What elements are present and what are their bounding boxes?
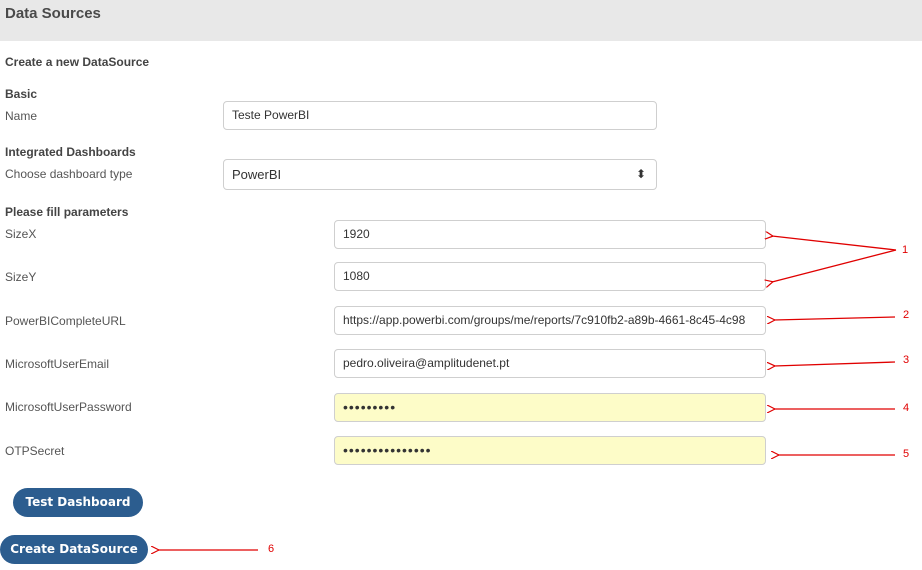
annotation-arrow-url [774,317,896,320]
annotation-arrow-email [774,361,896,366]
annotation-label-1: 1 [902,244,909,256]
annotation-arrow-sizey [772,249,897,282]
annotation-arrow-sizex [772,236,897,251]
annotation-label-6: 6 [268,543,275,555]
annotation-label-4: 4 [903,402,910,414]
annotation-label-2: 2 [903,309,910,321]
annotation-label-3: 3 [903,354,910,366]
annotation-label-5: 5 [903,448,910,460]
annotation-arrows [0,0,897,570]
